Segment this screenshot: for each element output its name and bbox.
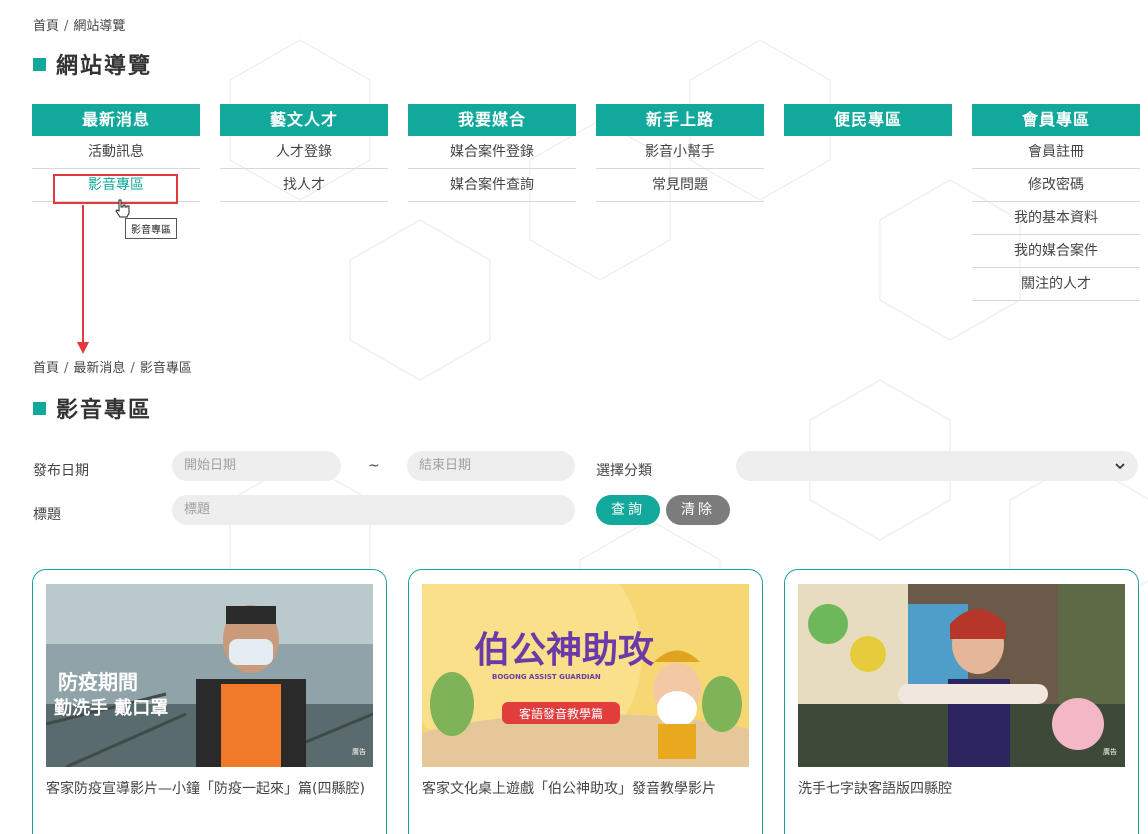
tooltip: 影音專區 bbox=[125, 218, 177, 239]
annotation-arrow bbox=[77, 205, 89, 354]
hand-pointer-icon bbox=[115, 199, 130, 218]
